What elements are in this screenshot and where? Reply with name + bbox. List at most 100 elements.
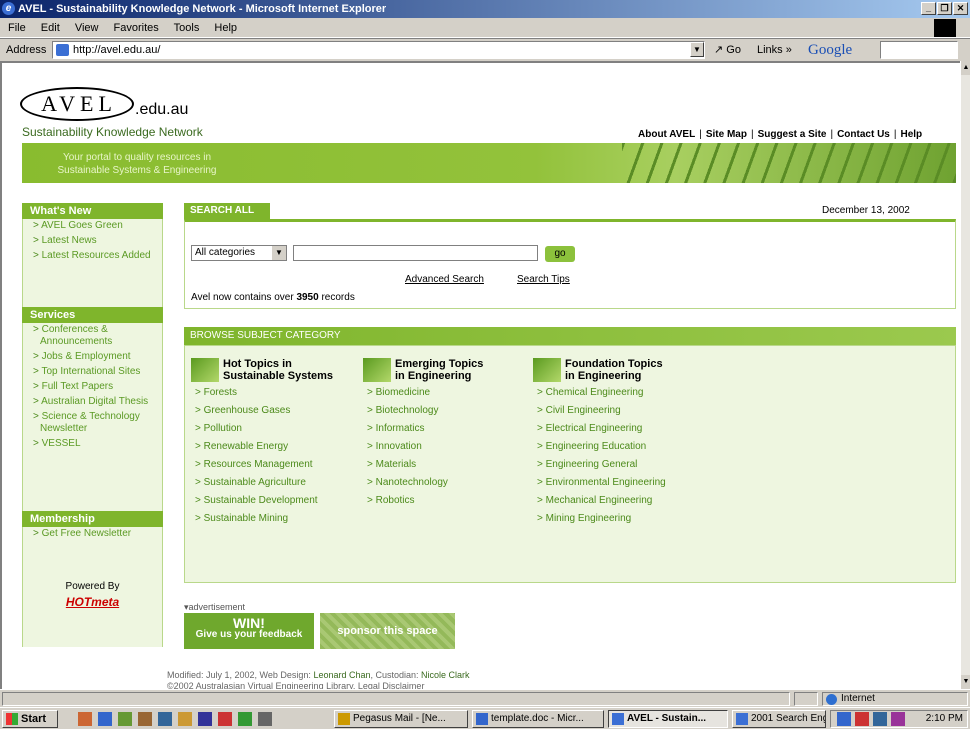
address-input[interactable]: http://avel.edu.au/ [52, 41, 705, 59]
topic-link[interactable]: > Mechanical Engineering [533, 492, 666, 510]
quick-launch-icon[interactable] [258, 712, 272, 726]
google-toolbar-logo[interactable]: Google [808, 39, 852, 61]
link-help[interactable]: Help [900, 129, 922, 140]
nav-item-conferences[interactable]: > Conferences & Announcements [29, 324, 162, 348]
menu-tools[interactable]: Tools [174, 22, 200, 34]
ie-icon: e [2, 2, 15, 15]
topic-link[interactable]: > Pollution [191, 420, 333, 438]
nav-item-digital-thesis[interactable]: > Australian Digital Thesis [29, 396, 162, 408]
topic-link[interactable]: > Greenhouse Gases [191, 402, 333, 420]
nav-item-latest-resources[interactable]: > Latest Resources Added [29, 250, 162, 262]
feedback-banner[interactable]: WIN! Give us your feedback [184, 613, 314, 649]
nav-item-top-sites[interactable]: > Top International Sites [29, 366, 162, 378]
menu-bar: File Edit View Favorites Tools Help [0, 18, 970, 38]
tray-icon[interactable] [855, 712, 869, 726]
banner-decoration [622, 143, 956, 183]
sponsor-banner[interactable]: sponsor this space [320, 613, 455, 649]
topic-link[interactable]: > Environmental Engineering [533, 474, 666, 492]
google-search-input[interactable] [880, 41, 958, 59]
task-template-doc[interactable]: template.doc - Micr... [472, 710, 604, 728]
restore-button[interactable]: ❐ [937, 2, 952, 15]
topic-link[interactable]: > Engineering Education [533, 438, 666, 456]
nav-item-free-newsletter[interactable]: > Get Free Newsletter [29, 528, 162, 540]
search-go-button[interactable]: go [545, 246, 575, 262]
window-title-bar[interactable]: e AVEL - Sustainability Knowledge Networ… [0, 0, 970, 18]
topic-link[interactable]: > Engineering General [533, 456, 666, 474]
topic-link[interactable]: > Sustainable Agriculture [191, 474, 333, 492]
footer-modified: Modified: July 1, 2002, Web Design: Leon… [167, 670, 470, 680]
nav-item-full-text[interactable]: > Full Text Papers [29, 381, 162, 393]
link-site-map[interactable]: Site Map [706, 129, 747, 140]
quick-launch-icon[interactable] [98, 712, 112, 726]
quick-launch-icon[interactable] [118, 712, 132, 726]
custodian-link[interactable]: Nicole Clark [421, 670, 470, 680]
logo-oval: AVEL [20, 87, 134, 121]
hotmeta-logo[interactable]: HOTmeta [22, 595, 163, 609]
status-text [2, 692, 790, 706]
links-button[interactable]: Links » [757, 39, 792, 61]
link-contact-us[interactable]: Contact Us [837, 129, 890, 140]
topic-link[interactable]: > Electrical Engineering [533, 420, 666, 438]
quick-launch-icon[interactable] [138, 712, 152, 726]
topic-link[interactable]: > Mining Engineering [533, 510, 666, 528]
quick-launch-icon[interactable] [238, 712, 252, 726]
start-label: Start [21, 713, 47, 725]
topic-link[interactable]: > Sustainable Development [191, 492, 333, 510]
quick-launch-icon[interactable] [158, 712, 172, 726]
quick-launch-icon[interactable] [178, 712, 192, 726]
link-about[interactable]: About AVEL [638, 129, 695, 140]
scroll-down-icon[interactable]: ▼ [961, 675, 970, 689]
go-button[interactable]: ↗ Go [714, 39, 741, 61]
topic-link[interactable]: > Robotics [363, 492, 483, 510]
task-avel[interactable]: AVEL - Sustain... [608, 710, 728, 728]
address-dropdown-icon[interactable]: ▼ [690, 42, 704, 57]
clock[interactable]: 2:10 PM [926, 711, 963, 727]
tray-icon[interactable] [873, 712, 887, 726]
advanced-search-link[interactable]: Advanced Search [405, 274, 484, 285]
menu-favorites[interactable]: Favorites [114, 22, 159, 34]
topic-link[interactable]: > Nanotechnology [363, 474, 483, 492]
minimize-button[interactable]: _ [921, 2, 936, 15]
menu-help[interactable]: Help [214, 22, 237, 34]
tray-icon[interactable] [837, 712, 851, 726]
search-input[interactable] [293, 245, 538, 261]
topic-link[interactable]: > Biotechnology [363, 402, 483, 420]
topic-link[interactable]: > Informatics [363, 420, 483, 438]
topic-link[interactable]: > Resources Management [191, 456, 333, 474]
start-button[interactable]: Start [2, 710, 58, 728]
topic-link[interactable]: > Renewable Energy [191, 438, 333, 456]
quick-launch-icon[interactable] [198, 712, 212, 726]
topic-link[interactable]: > Forests [191, 384, 333, 402]
task-pegasus-mail[interactable]: Pegasus Mail - [Ne... [334, 710, 468, 728]
nav-item-latest-news[interactable]: > Latest News [29, 235, 162, 247]
topic-link[interactable]: > Chemical Engineering [533, 384, 666, 402]
menu-edit[interactable]: Edit [41, 22, 60, 34]
topic-link[interactable]: > Sustainable Mining [191, 510, 333, 528]
nav-item-vessel[interactable]: > VESSEL [29, 438, 162, 450]
quick-launch-icon[interactable] [218, 712, 232, 726]
tray-icon[interactable] [891, 712, 905, 726]
close-button[interactable]: ✕ [953, 2, 968, 15]
topic-link[interactable]: > Biomedicine [363, 384, 483, 402]
task-search-engine[interactable]: 2001 Search Engin... [732, 710, 826, 728]
nav-item-jobs[interactable]: > Jobs & Employment [29, 351, 162, 363]
quick-launch-icon[interactable] [78, 712, 92, 726]
banner: Your portal to quality resources in Sust… [22, 143, 956, 183]
topic-link[interactable]: > Materials [363, 456, 483, 474]
win-text: WIN! [233, 615, 265, 631]
powered-by-label: Powered By [65, 581, 120, 592]
topic-link[interactable]: > Civil Engineering [533, 402, 666, 420]
topic-link[interactable]: > Innovation [363, 438, 483, 456]
scroll-up-icon[interactable]: ▲ [961, 61, 970, 75]
menu-file[interactable]: File [8, 22, 26, 34]
link-suggest-site[interactable]: Suggest a Site [758, 129, 827, 140]
nav-item-avel-goes-green[interactable]: > AVEL Goes Green [29, 220, 162, 232]
category-select[interactable]: All categories ▼ [191, 245, 287, 261]
vertical-scrollbar[interactable]: ▲ ▼ [960, 61, 970, 689]
menu-view[interactable]: View [75, 22, 99, 34]
column-foundation-topics: Foundation Topics in Engineering > Chemi… [533, 358, 666, 528]
search-tips-link[interactable]: Search Tips [517, 274, 570, 285]
designer-link[interactable]: Leonard Chan [313, 670, 370, 680]
nav-item-newsletter[interactable]: > Science & Technology Newsletter [29, 411, 162, 435]
banner-slogan: Your portal to quality resources in Sust… [32, 151, 242, 177]
